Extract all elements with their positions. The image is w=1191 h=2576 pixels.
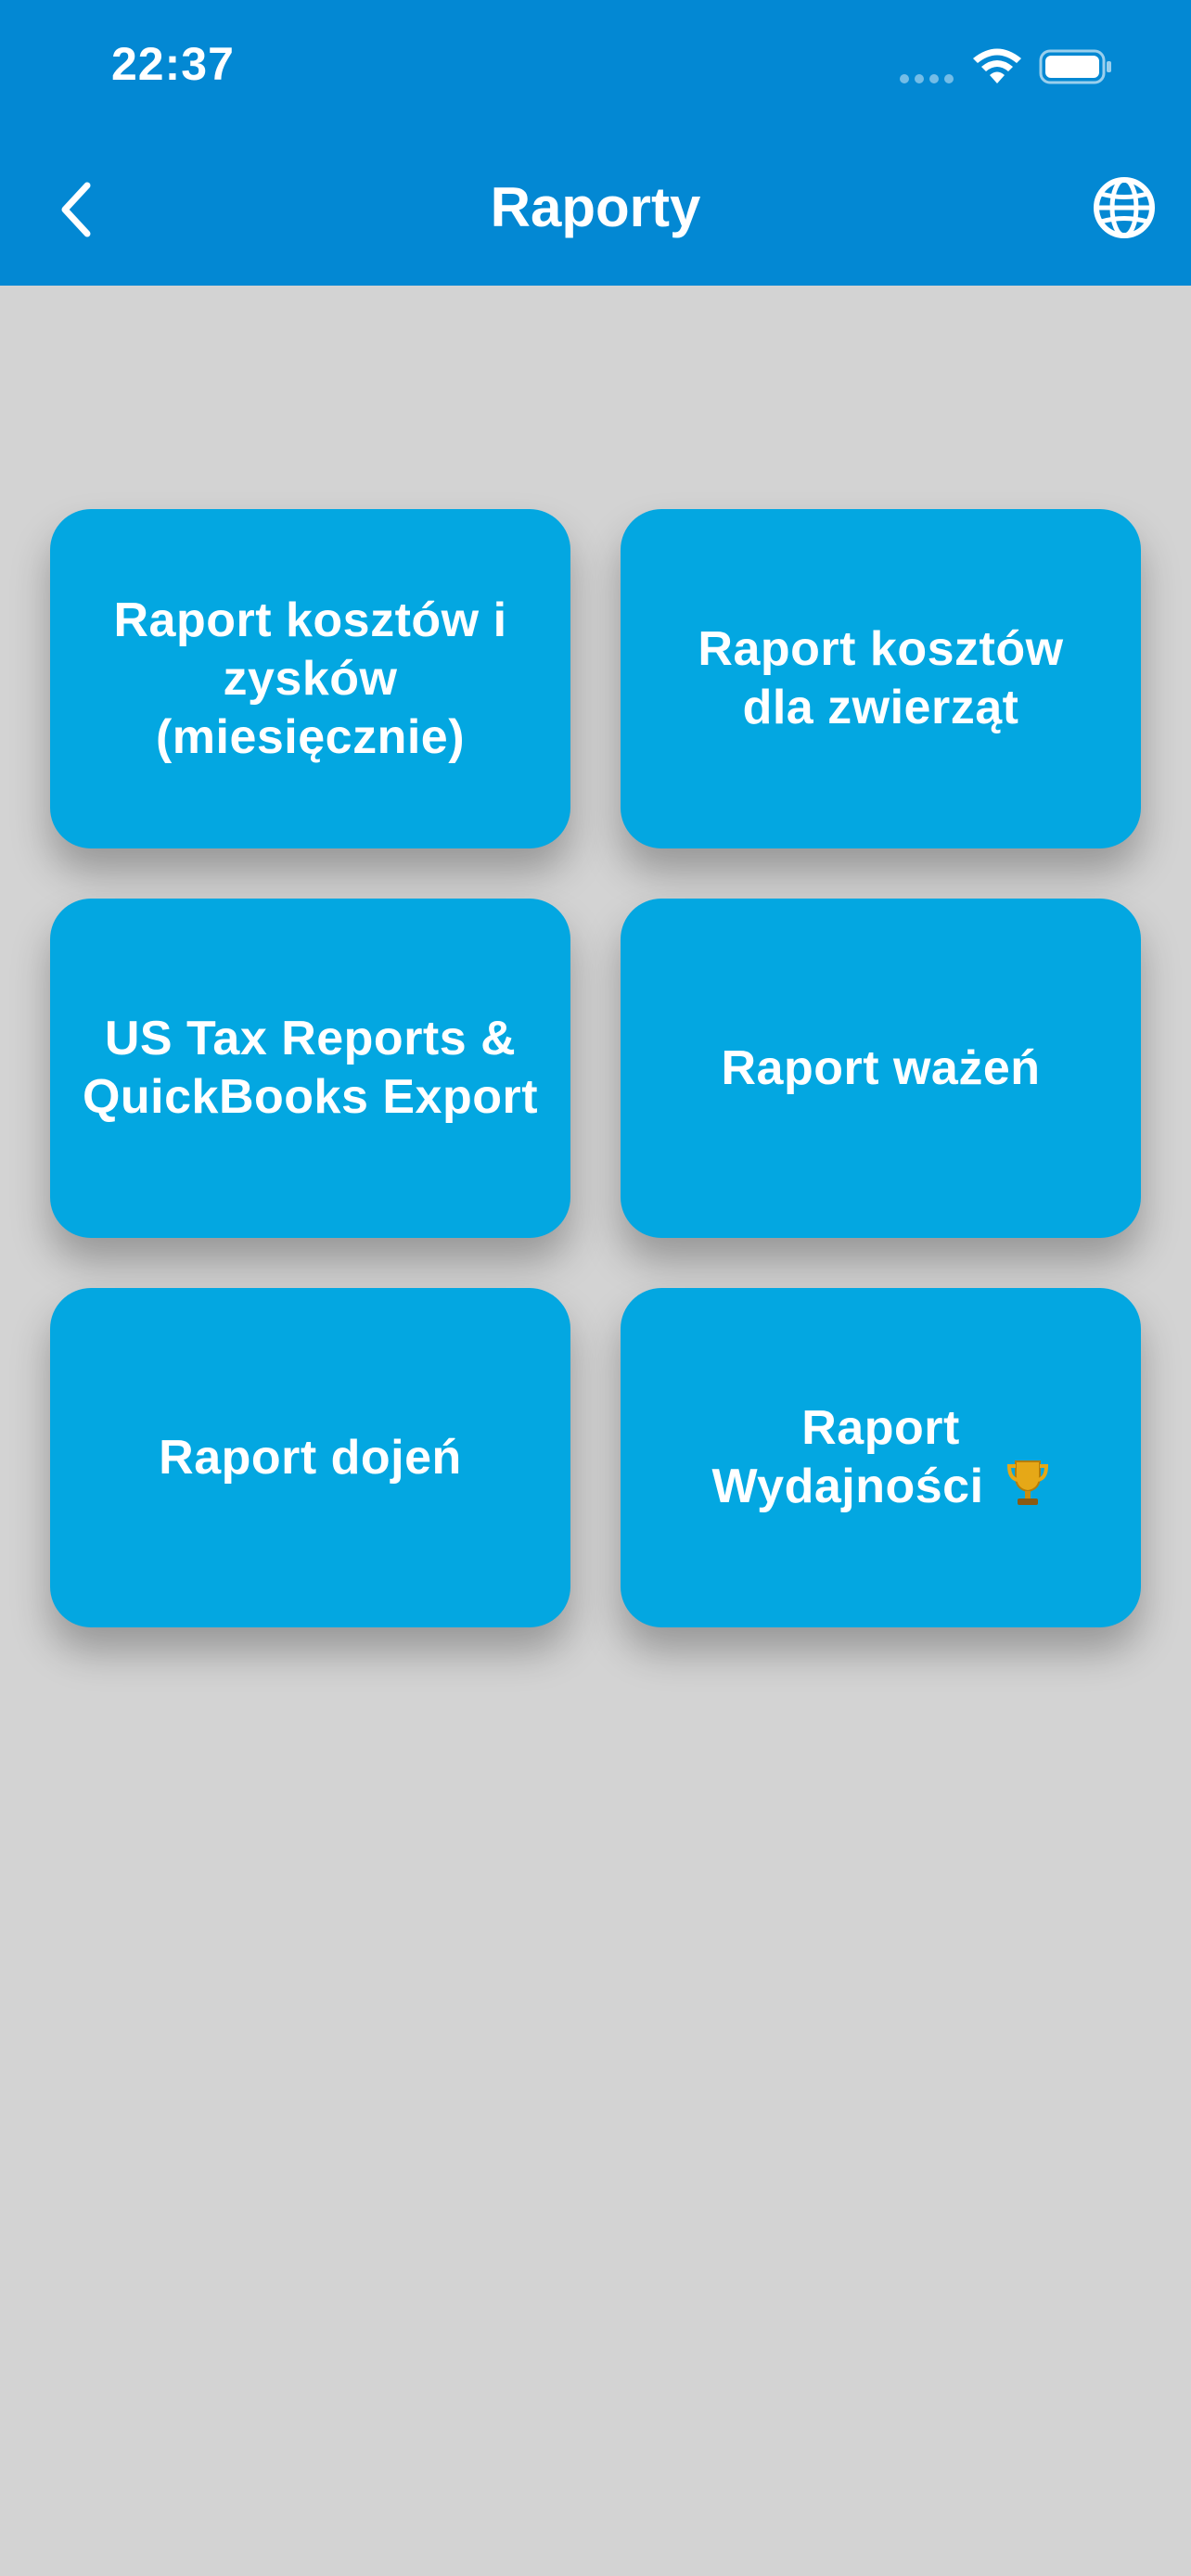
report-performance-button[interactable]: Raport Wydajności: [621, 1288, 1141, 1627]
report-weighing-button[interactable]: Raport ważeń: [621, 899, 1141, 1238]
tile-label-wrapper: Raport Wydajności: [621, 1399, 1141, 1516]
globe-icon: [1094, 177, 1155, 238]
tile-label: Raport Wydajności: [711, 1401, 984, 1513]
report-milking-button[interactable]: Raport dojeń: [50, 1288, 570, 1627]
tile-label: Raport kosztów dla zwierząt: [698, 622, 1064, 734]
tile-label: Raport ważeń: [721, 1040, 1041, 1095]
page-title: Raporty: [490, 176, 701, 238]
battery-icon: [1039, 49, 1111, 84]
top-app-bar: 22:37 Raporty: [0, 0, 1191, 286]
us-tax-reports-button[interactable]: US Tax Reports & QuickBooks Export: [50, 899, 570, 1238]
status-time: 22:37: [111, 38, 235, 90]
tile-label: Raport dojeń: [159, 1430, 462, 1485]
tile-label: US Tax Reports & QuickBooks Export: [82, 1012, 539, 1124]
tile-label: Raport kosztów i zysków (miesięcznie): [113, 593, 507, 764]
cellular-signal-icon: [900, 74, 954, 83]
reports-grid: Raport kosztów i zysków (miesięcznie) Ra…: [50, 509, 1141, 1627]
trophy-icon: [1007, 1460, 1049, 1505]
wifi-icon: [973, 48, 1021, 83]
report-profit-loss-monthly-button[interactable]: Raport kosztów i zysków (miesięcznie): [50, 509, 570, 848]
report-animal-costs-button[interactable]: Raport kosztów dla zwierząt: [621, 509, 1141, 848]
language-button[interactable]: [1091, 174, 1158, 241]
